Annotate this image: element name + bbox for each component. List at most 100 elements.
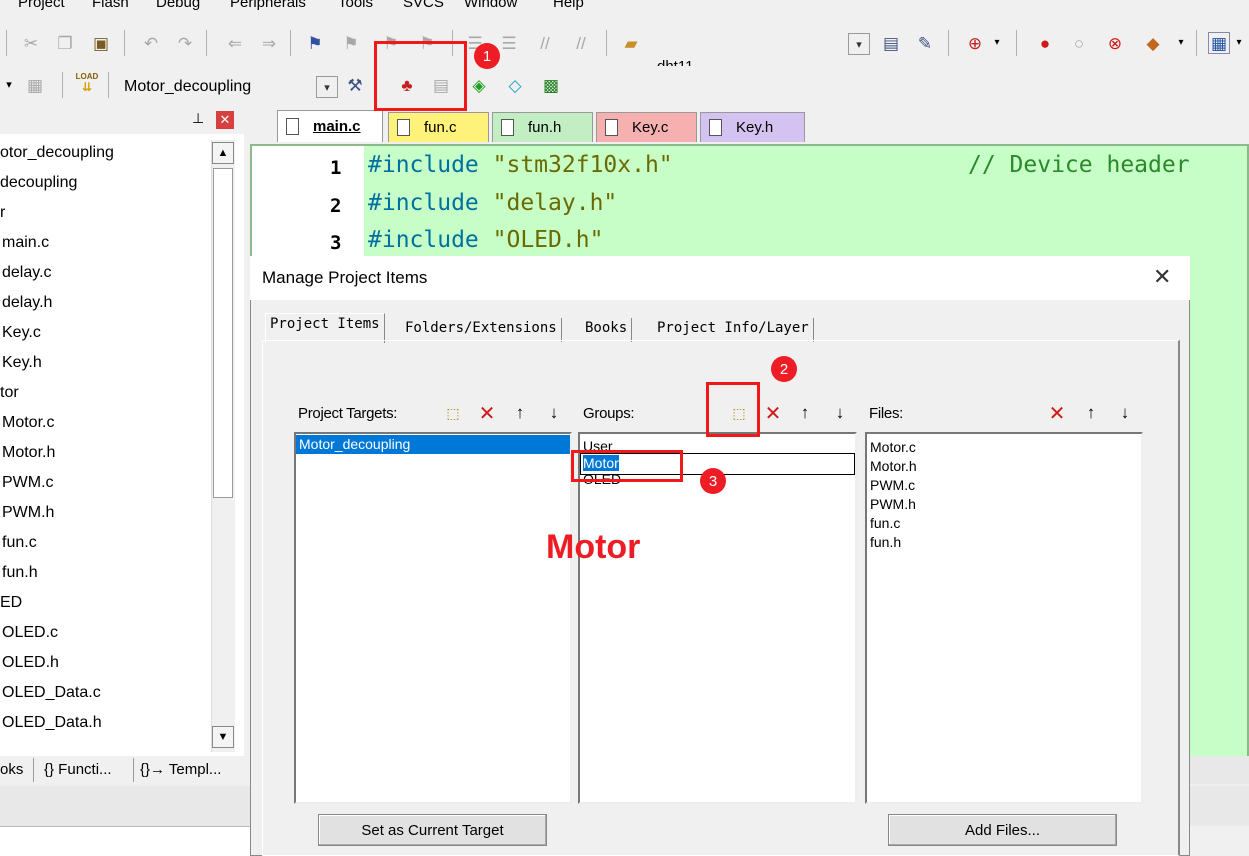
tab-fun-c[interactable]: fun.c bbox=[388, 112, 489, 142]
undo-icon[interactable]: ↶ bbox=[140, 32, 162, 54]
load-icon[interactable]: LOAD ⇊ bbox=[76, 72, 99, 94]
tree-item-file[interactable]: delay.h bbox=[2, 294, 52, 312]
menu-project[interactable]: Project bbox=[18, 0, 65, 11]
code-line[interactable]: #include "delay.h" bbox=[368, 190, 617, 216]
tab-key-h[interactable]: Key.h bbox=[700, 112, 805, 142]
tab-key-c[interactable]: Key.c bbox=[596, 112, 697, 142]
tree-item-file[interactable]: OLED.h bbox=[2, 654, 59, 672]
rte-validate-icon[interactable]: ▩ bbox=[540, 74, 562, 96]
list-item[interactable]: PWM.h bbox=[870, 495, 1138, 514]
set-as-current-target-button[interactable]: Set as Current Target bbox=[318, 814, 547, 846]
breakpoint-options-icon[interactable]: ◆ bbox=[1142, 32, 1164, 54]
move-down-icon[interactable]: ↓ bbox=[543, 402, 565, 424]
move-up-icon[interactable]: ↑ bbox=[509, 402, 531, 424]
breakpoint-kill-icon[interactable]: ⊗ bbox=[1104, 32, 1126, 54]
tree-item-file[interactable]: OLED_Data.c bbox=[2, 684, 101, 702]
breakpoint-disable-icon[interactable]: ○ bbox=[1068, 32, 1090, 54]
add-files-button[interactable]: Add Files... bbox=[888, 814, 1117, 846]
scroll-up-icon[interactable]: ▲ bbox=[212, 142, 234, 164]
list-item[interactable]: Motor.h bbox=[870, 457, 1138, 476]
files-list[interactable]: Motor.c Motor.h PWM.c PWM.h fun.c fun.h bbox=[865, 432, 1143, 804]
tab-folders-extensions[interactable]: Folders/Extensions bbox=[401, 318, 562, 342]
incremental-find-icon[interactable]: ▤ bbox=[880, 32, 902, 54]
tree-item-file[interactable]: Motor.h bbox=[2, 444, 55, 462]
redo-icon[interactable]: ↷ bbox=[174, 32, 196, 54]
code-line[interactable]: #include "stm32f10x.h" bbox=[368, 152, 673, 178]
tree-item-file[interactable]: PWM.c bbox=[2, 474, 54, 492]
list-item[interactable]: fun.h bbox=[870, 533, 1138, 552]
chevron-down-icon[interactable]: ▾ bbox=[1232, 32, 1246, 54]
targets-list[interactable]: Motor_decoupling bbox=[294, 432, 572, 804]
target-combo-dropdown-icon[interactable]: ▾ bbox=[316, 76, 338, 98]
tab-templates[interactable]: {}→ Templ... bbox=[140, 761, 221, 778]
cut-icon[interactable]: ✂ bbox=[20, 32, 42, 54]
tree-item-group[interactable]: tor bbox=[0, 384, 19, 402]
tab-fun-h[interactable]: fun.h bbox=[492, 112, 593, 142]
tab-books[interactable]: oks bbox=[0, 761, 23, 778]
debug-session-icon[interactable]: ⊕ bbox=[964, 32, 986, 54]
tree-item-target[interactable]: decoupling bbox=[0, 174, 77, 192]
find-tool-icon[interactable]: ✎ bbox=[914, 32, 936, 54]
move-down-icon[interactable]: ↓ bbox=[829, 402, 851, 424]
tree-item-file[interactable]: Key.h bbox=[2, 354, 42, 372]
chevron-down-icon[interactable]: ▾ bbox=[986, 32, 1008, 54]
delete-file-icon[interactable]: ✕ bbox=[1046, 402, 1068, 425]
chevron-down-icon[interactable]: ▾ bbox=[1170, 32, 1192, 54]
paste-icon[interactable]: ▣ bbox=[90, 32, 112, 54]
tab-functions[interactable]: {} Functi... bbox=[44, 761, 112, 778]
move-up-icon[interactable]: ↑ bbox=[1080, 402, 1102, 424]
close-panel-icon[interactable]: ✕ bbox=[216, 111, 234, 129]
tree-item-file[interactable]: fun.h bbox=[2, 564, 38, 582]
window-layout-icon[interactable]: ▦ bbox=[1208, 32, 1230, 54]
manage-rte-icon[interactable]: ◇ bbox=[504, 74, 526, 96]
pack-installer-icon[interactable]: ◈ bbox=[468, 74, 490, 96]
tree-item-file[interactable]: OLED.c bbox=[2, 624, 58, 642]
find-combo-dropdown-icon[interactable]: ▾ bbox=[848, 33, 870, 55]
menu-tools[interactable]: Tools bbox=[338, 0, 373, 11]
copy-icon[interactable]: ❐ bbox=[54, 32, 76, 54]
tree-item-file[interactable]: PWM.h bbox=[2, 504, 54, 522]
tab-books[interactable]: Books bbox=[581, 318, 633, 342]
tree-item-file[interactable]: Key.c bbox=[2, 324, 41, 342]
tab-project-items[interactable]: Project Items bbox=[265, 313, 385, 343]
comment-icon[interactable]: // bbox=[534, 32, 556, 54]
bookmark-icon[interactable]: ⚑ bbox=[304, 32, 326, 54]
close-icon[interactable]: ✕ bbox=[1153, 264, 1171, 290]
tree-item-group[interactable]: r bbox=[0, 204, 5, 222]
code-line[interactable]: #include "OLED.h" bbox=[368, 227, 603, 253]
list-item[interactable]: PWM.c bbox=[870, 476, 1138, 495]
target-options-icon[interactable]: ⚒ bbox=[344, 74, 366, 96]
bookmark-prev-icon[interactable]: ⚑ bbox=[340, 32, 362, 54]
tree-item-file[interactable]: main.c bbox=[2, 234, 49, 252]
scrollbar-thumb[interactable] bbox=[213, 168, 233, 498]
find-in-files-icon[interactable]: ▰ bbox=[620, 32, 642, 54]
delete-group-icon[interactable]: ✕ bbox=[762, 402, 784, 425]
chevron-down-icon[interactable]: ▾ bbox=[2, 74, 16, 96]
move-down-icon[interactable]: ↓ bbox=[1114, 402, 1136, 424]
tree-item-file[interactable]: Motor.c bbox=[2, 414, 54, 432]
list-item[interactable]: fun.c bbox=[870, 514, 1138, 533]
list-item[interactable]: Motor.c bbox=[870, 438, 1138, 457]
tab-main-c[interactable]: main.c bbox=[277, 110, 383, 142]
delete-target-icon[interactable]: ✕ bbox=[476, 402, 498, 425]
pin-icon[interactable]: ⊥ bbox=[192, 110, 204, 127]
list-item[interactable]: Motor_decoupling bbox=[296, 435, 570, 454]
target-combo[interactable]: Motor_decoupling bbox=[124, 78, 251, 96]
tab-project-info-layer[interactable]: Project Info/Layer bbox=[653, 318, 814, 342]
nav-back-icon[interactable]: ⇐ bbox=[224, 32, 246, 54]
tree-item-project[interactable]: otor_decoupling bbox=[0, 144, 114, 162]
menu-peripherals[interactable]: Peripherals bbox=[230, 0, 306, 11]
tree-item-file[interactable]: delay.c bbox=[2, 264, 52, 282]
tree-item-group[interactable]: ED bbox=[0, 594, 22, 612]
breakpoint-icon[interactable]: ● bbox=[1034, 32, 1056, 54]
menu-help[interactable]: Help bbox=[553, 0, 584, 11]
new-target-icon[interactable]: ⬚ bbox=[442, 402, 464, 424]
tree-item-file[interactable]: fun.c bbox=[2, 534, 37, 552]
tree-item-file[interactable]: OLED_Data.h bbox=[2, 714, 102, 732]
batch-build-icon[interactable]: ▦ bbox=[24, 74, 46, 96]
menu-debug[interactable]: Debug bbox=[156, 0, 200, 11]
scroll-down-icon[interactable]: ▼ bbox=[212, 726, 234, 748]
unindent-icon[interactable]: ☰ bbox=[498, 32, 520, 54]
move-up-icon[interactable]: ↑ bbox=[794, 402, 816, 424]
uncomment-icon[interactable]: // bbox=[570, 32, 592, 54]
